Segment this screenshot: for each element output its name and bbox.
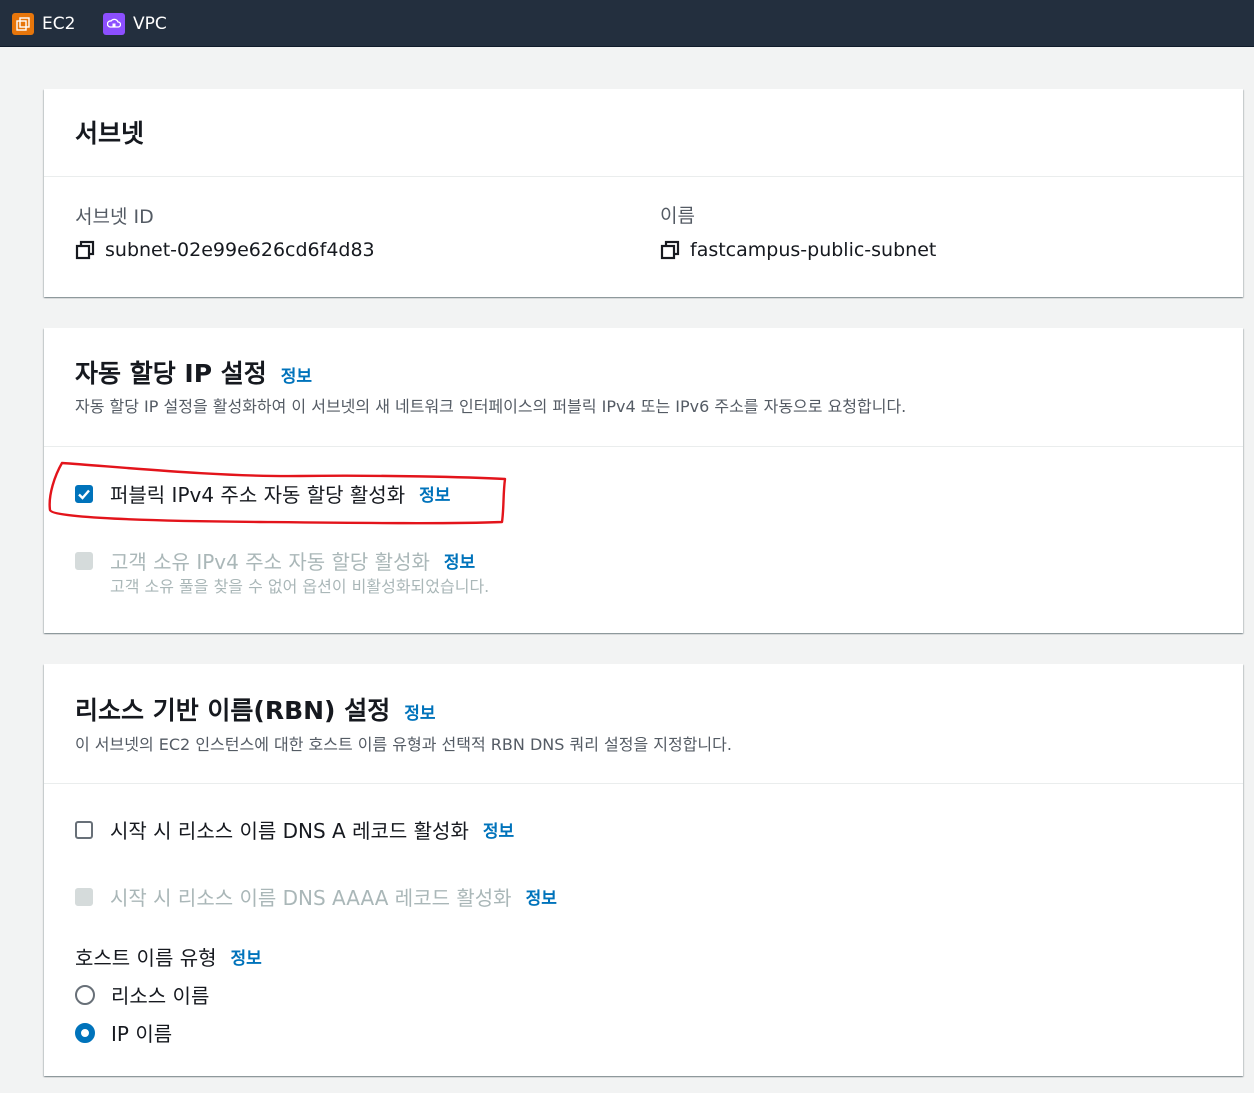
- hostname-type-text: 호스트 이름 유형: [75, 946, 217, 970]
- dns-aaaa-record-label: 시작 시 리소스 이름 DNS AAAA 레코드 활성화: [110, 886, 512, 910]
- dns-aaaa-record-row: 시작 시 리소스 이름 DNS AAAA 레코드 활성화 정보: [75, 882, 557, 911]
- resource-name-radio[interactable]: [75, 984, 95, 1005]
- subnet-name-value: fastcampus-public-subnet: [660, 239, 936, 261]
- dns-a-record-info-link[interactable]: 정보: [483, 817, 514, 842]
- dns-aaaa-record-info-link[interactable]: 정보: [526, 884, 557, 909]
- rbn-settings-description: 이 서브넷의 EC2 인스턴스에 대한 호스트 이름 유형과 선택적 RBN D…: [75, 735, 732, 754]
- public-ipv4-auto-assign-row[interactable]: 퍼블릭 IPv4 주소 자동 할당 활성화 정보: [75, 479, 450, 508]
- vpc-icon: [103, 13, 125, 35]
- hostname-type-info-link[interactable]: 정보: [231, 944, 262, 969]
- dns-aaaa-record-checkbox: [75, 887, 93, 906]
- ec2-label: EC2: [42, 14, 76, 34]
- subnet-card: 서브넷 서브넷 ID subnet-02e99e626cd6f4d83 이름 f…: [44, 89, 1243, 297]
- ec2-icon: [12, 13, 34, 35]
- dns-a-record-checkbox[interactable]: [75, 820, 93, 839]
- top-navigation-bar: EC2 VPC: [0, 0, 1254, 47]
- customer-ipv4-auto-assign-row: 고객 소유 IPv4 주소 자동 할당 활성화 정보: [75, 546, 475, 575]
- ip-name-radio[interactable]: [75, 1022, 95, 1043]
- subnet-id-text: subnet-02e99e626cd6f4d83: [105, 239, 375, 261]
- public-ipv4-info-link[interactable]: 정보: [419, 481, 450, 506]
- rbn-settings-title-text: 리소스 기반 이름(RBN) 설정: [75, 696, 391, 725]
- copy-icon[interactable]: [660, 240, 680, 260]
- subnet-id-value: subnet-02e99e626cd6f4d83: [75, 239, 375, 261]
- subnet-name-label: 이름: [660, 205, 695, 227]
- ip-name-label: IP 이름: [111, 1022, 173, 1046]
- subnet-name-text: fastcampus-public-subnet: [690, 239, 937, 261]
- dns-a-record-row[interactable]: 시작 시 리소스 이름 DNS A 레코드 활성화 정보: [75, 815, 514, 844]
- rbn-settings-header: 리소스 기반 이름(RBN) 설정 정보 이 서브넷의 EC2 인스턴스에 대한 …: [44, 664, 1243, 784]
- customer-ipv4-disabled-note: 고객 소유 풀을 찾을 수 없어 옵션이 비활성화되었습니다.: [110, 577, 490, 596]
- auto-assign-ip-title: 자동 할당 IP 설정 정보: [75, 354, 312, 390]
- rbn-settings-title: 리소스 기반 이름(RBN) 설정 정보: [75, 691, 435, 727]
- info-link[interactable]: 정보: [281, 367, 312, 387]
- info-link[interactable]: 정보: [404, 704, 435, 724]
- public-ipv4-label: 퍼블릭 IPv4 주소 자동 할당 활성화: [110, 483, 406, 507]
- service-shortcut-vpc[interactable]: VPC: [103, 12, 167, 36]
- hostname-type-label: 호스트 이름 유형 정보: [75, 942, 262, 971]
- copy-icon[interactable]: [75, 240, 95, 260]
- subnet-card-title: 서브넷: [75, 119, 145, 148]
- hostname-option-resource-name[interactable]: 리소스 이름: [75, 980, 209, 1009]
- auto-assign-ip-description: 자동 할당 IP 설정을 활성화하여 이 서브넷의 새 네트워크 인터페이스의 …: [75, 397, 907, 416]
- auto-assign-ip-title-text: 자동 할당 IP 설정: [75, 359, 267, 388]
- vpc-label: VPC: [133, 14, 167, 34]
- customer-ipv4-label: 고객 소유 IPv4 주소 자동 할당 활성화: [110, 550, 430, 574]
- customer-ipv4-checkbox: [75, 551, 93, 570]
- check-icon: [78, 489, 90, 500]
- customer-ipv4-info-link[interactable]: 정보: [444, 548, 475, 573]
- hostname-option-ip-name[interactable]: IP 이름: [75, 1018, 172, 1047]
- subnet-card-header: 서브넷: [44, 89, 1243, 177]
- auto-assign-ip-header: 자동 할당 IP 설정 정보 자동 할당 IP 설정을 활성화하여 이 서브넷의 …: [44, 328, 1243, 447]
- service-shortcut-ec2[interactable]: EC2: [12, 12, 75, 36]
- dns-a-record-label: 시작 시 리소스 이름 DNS A 레코드 활성화: [110, 819, 469, 843]
- auto-assign-ip-card: 자동 할당 IP 설정 정보 자동 할당 IP 설정을 활성화하여 이 서브넷의 …: [44, 328, 1243, 633]
- rbn-settings-card: 리소스 기반 이름(RBN) 설정 정보 이 서브넷의 EC2 인스턴스에 대한 …: [44, 664, 1243, 1076]
- resource-name-label: 리소스 이름: [111, 984, 210, 1008]
- public-ipv4-checkbox[interactable]: [75, 484, 93, 503]
- subnet-id-label: 서브넷 ID: [75, 206, 154, 228]
